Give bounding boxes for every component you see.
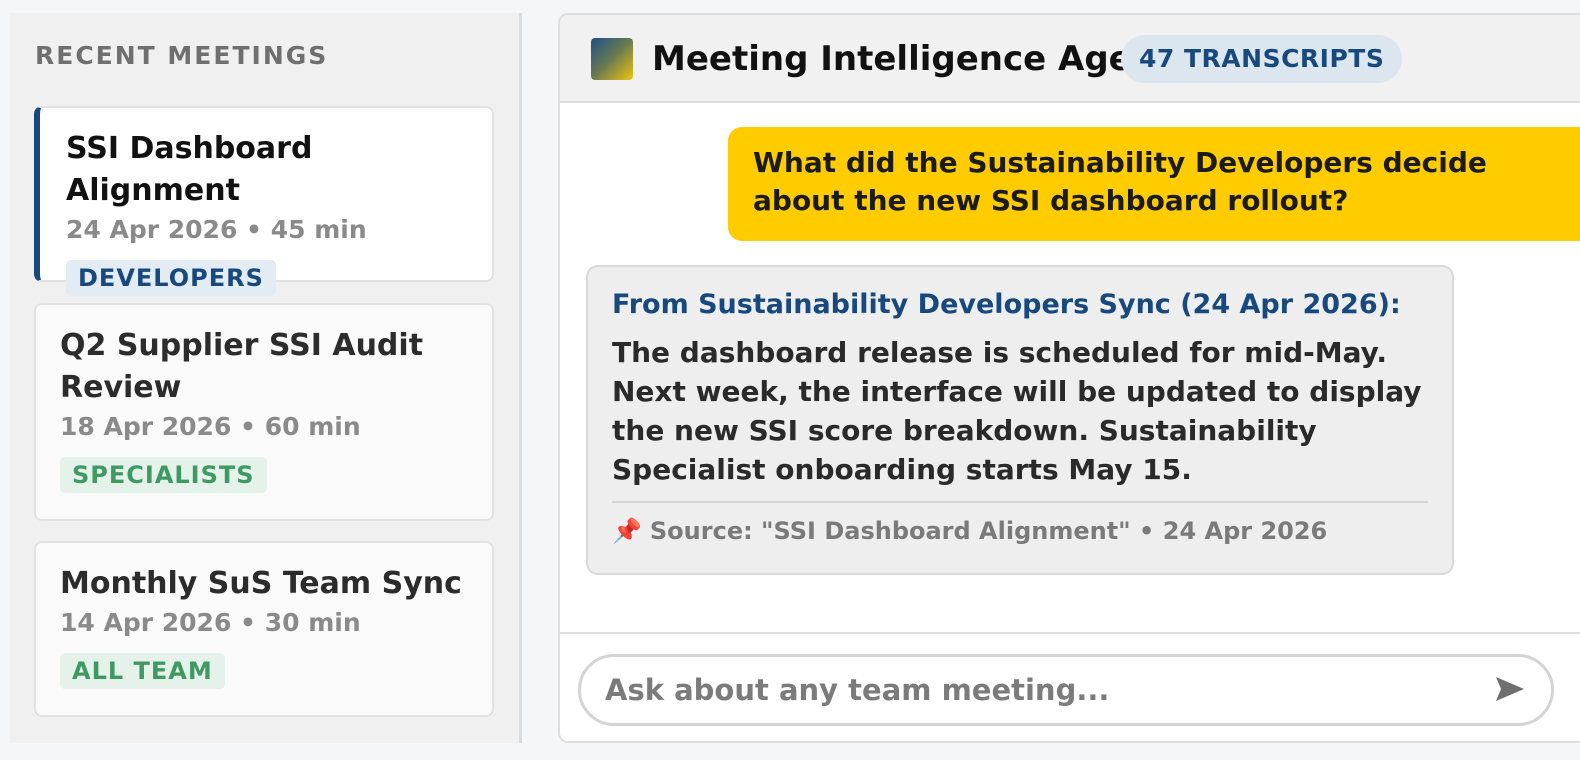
meeting-meta: 18 Apr 2026 • 60 min	[60, 412, 361, 441]
answer-source-heading: From Sustainability Developers Sync (24 …	[612, 289, 1401, 320]
meeting-meta: 24 Apr 2026 • 45 min	[66, 215, 367, 244]
chat-input[interactable]	[578, 654, 1554, 726]
sidebar-title: RECENT MEETINGS	[35, 41, 329, 70]
chat-panel: Meeting Intelligence Agent 47 TRANSCRIPT…	[558, 13, 1580, 743]
meeting-card-monthly-sus-sync[interactable]: Monthly SuS Team Sync 14 Apr 2026 • 30 m…	[34, 541, 494, 717]
answer-citation: 📌 Source: "SSI Dashboard Alignment" • 24 …	[612, 515, 1428, 547]
send-button[interactable]	[1490, 672, 1530, 708]
meeting-card-ssi-dashboard-alignment[interactable]: SSI Dashboard Alignment 24 Apr 2026 • 45…	[34, 106, 494, 296]
meeting-title: SSI Dashboard Alignment	[66, 131, 313, 208]
meeting-tag: DEVELOPERS	[66, 260, 276, 296]
user-message: What did the Sustainability Developers d…	[728, 127, 1580, 241]
meeting-card-q2-supplier-audit[interactable]: Q2 Supplier SSI Audit Review 18 Apr 2026…	[34, 303, 494, 521]
chat-footer	[560, 632, 1580, 741]
pin-icon: 📌	[612, 517, 642, 545]
answer-body: The dashboard release is scheduled for m…	[612, 336, 1422, 486]
meeting-title: Q2 Supplier SSI Audit Review	[60, 328, 424, 405]
answer-divider	[612, 501, 1428, 503]
transcript-count-badge: 47 TRANSCRIPTS	[1121, 35, 1403, 83]
agent-title: Meeting Intelligence Agent	[652, 39, 1173, 79]
meeting-meta: 14 Apr 2026 • 30 min	[60, 608, 361, 637]
agent-logo-icon	[591, 38, 633, 80]
meeting-tag: SPECIALISTS	[60, 457, 267, 493]
agent-answer-card: From Sustainability Developers Sync (24 …	[586, 265, 1454, 575]
citation-text: Source: "SSI Dashboard Alignment" • 24 A…	[649, 517, 1328, 545]
send-icon	[1496, 676, 1524, 701]
sidebar: RECENT MEETINGS SSI Dashboard Alignment …	[10, 13, 522, 743]
meeting-title: Monthly SuS Team Sync	[60, 566, 462, 601]
meeting-tag: ALL TEAM	[60, 653, 225, 689]
chat-header: Meeting Intelligence Agent 47 TRANSCRIPT…	[560, 15, 1580, 103]
